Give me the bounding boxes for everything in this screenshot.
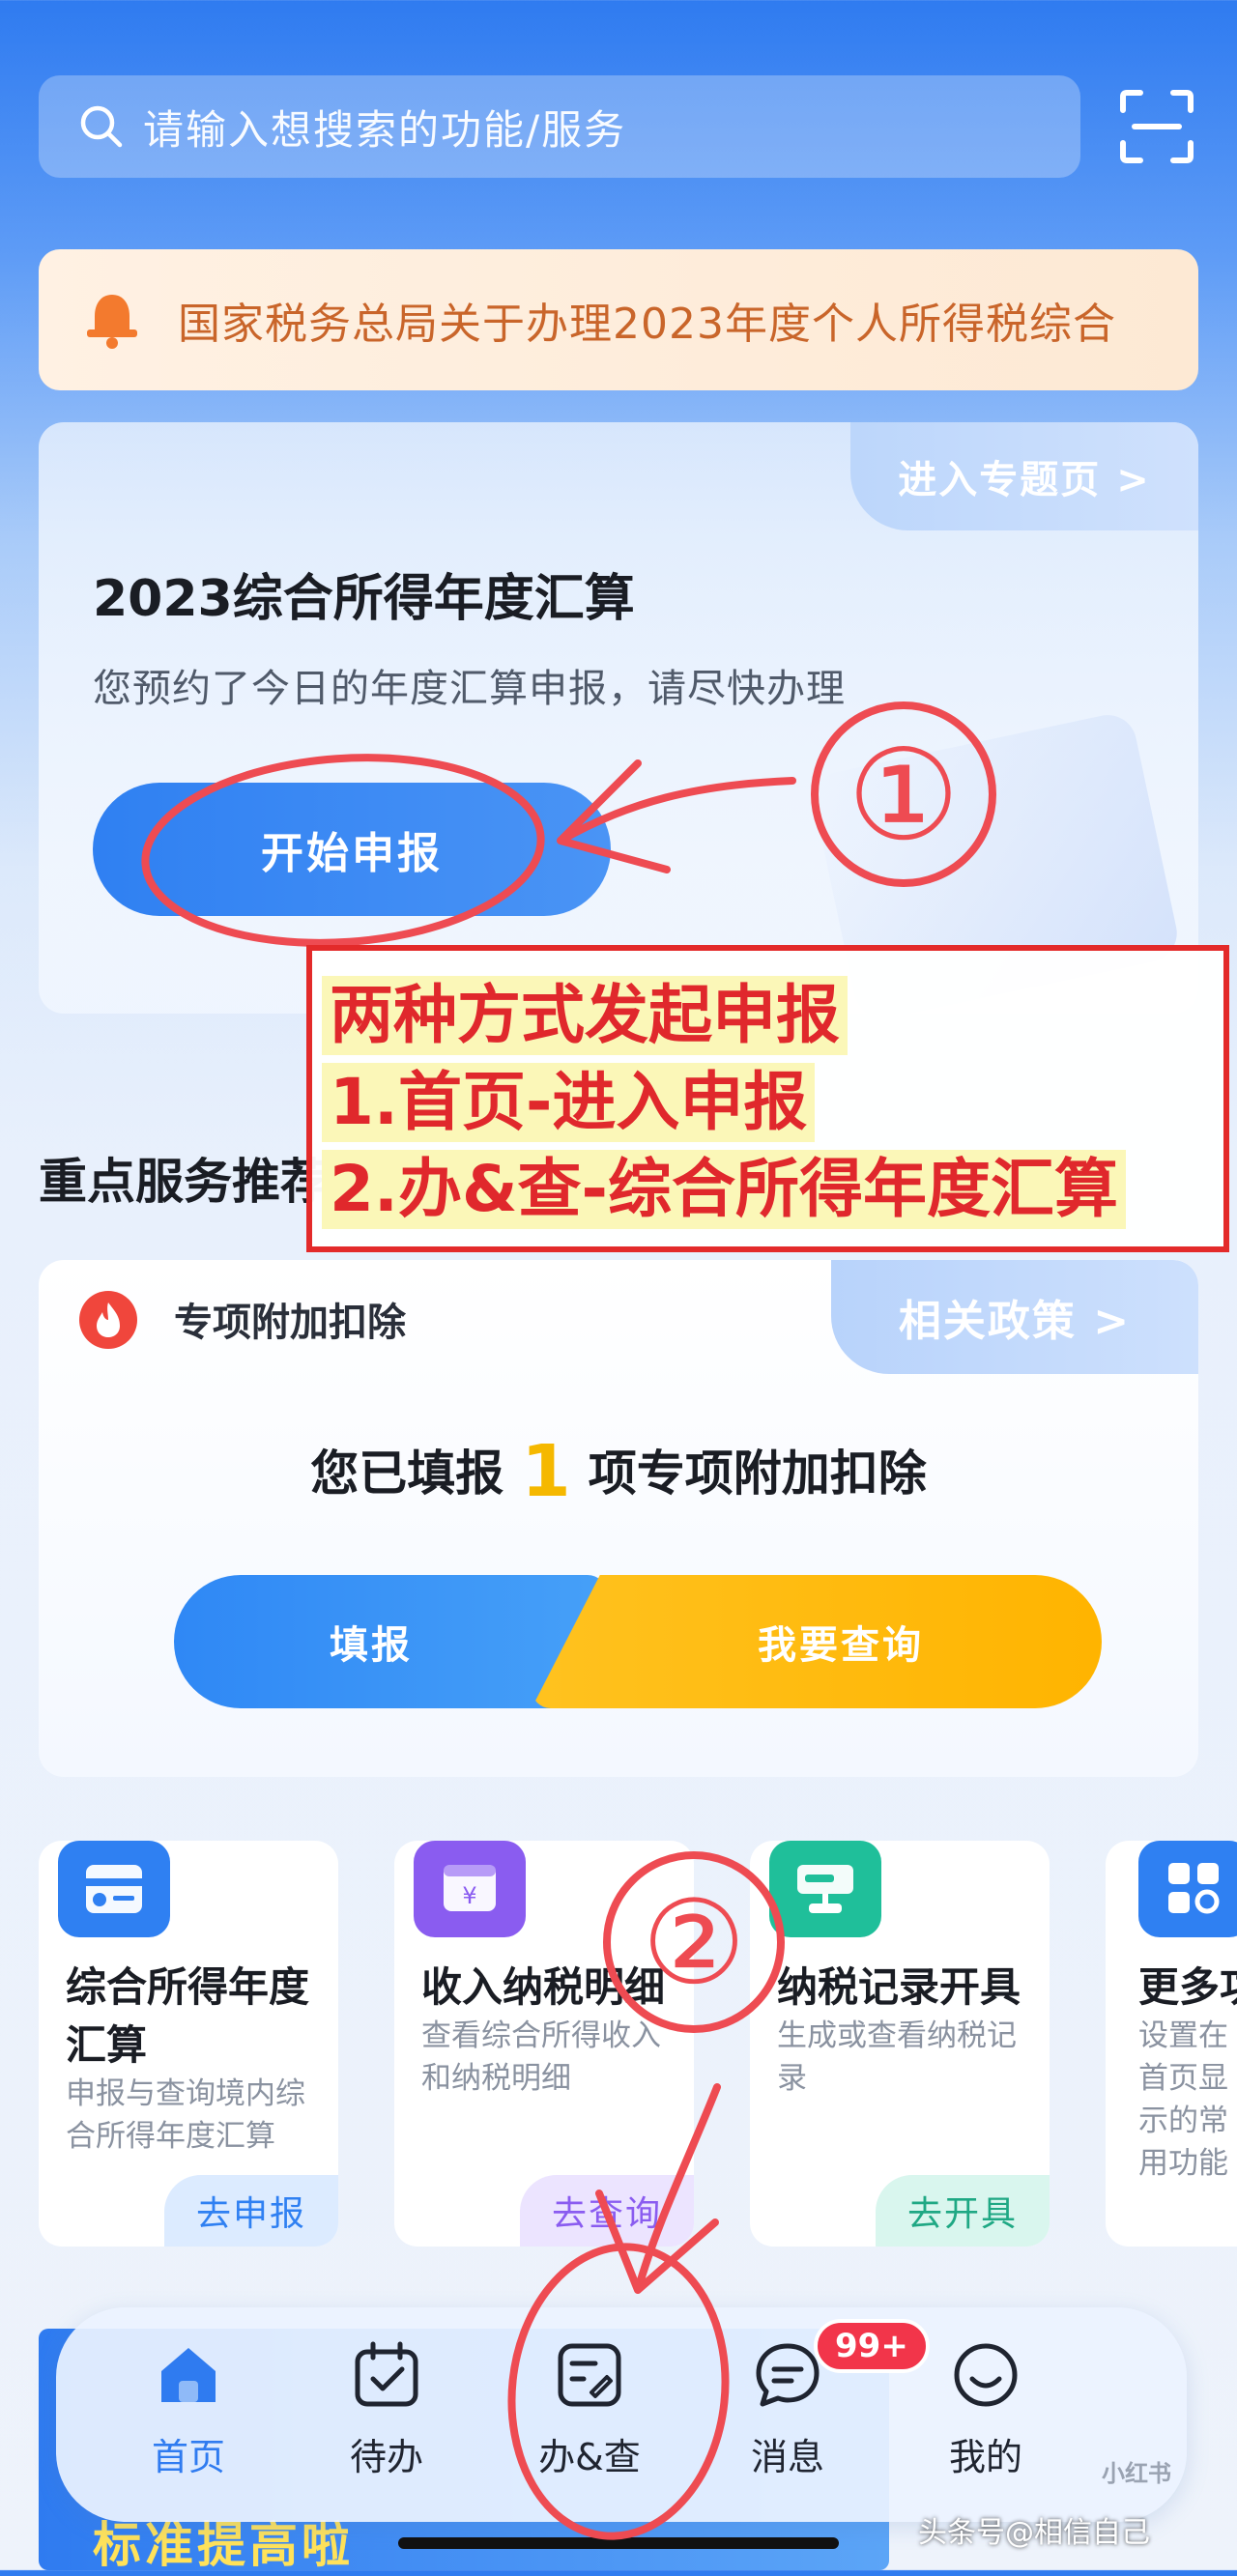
notice-bar[interactable]: 国家税务总局关于办理2023年度个人所得税综合 (39, 249, 1198, 390)
xiaohongshu-watermark: 小红书 (1102, 2460, 1171, 2487)
annotation-line: 2.办&查-综合所得年度汇算 (322, 1150, 1126, 1229)
search-input[interactable]: 请输入想搜索的功能/服务 (143, 98, 626, 157)
deduction-suffix: 项专项附加扣除 (588, 1445, 927, 1502)
query-button[interactable]: 我要查询 (532, 1575, 1102, 1708)
home-icon (161, 2348, 216, 2402)
go-file-button[interactable]: 去申报 (164, 2175, 338, 2247)
home-indicator[interactable] (398, 2537, 839, 2549)
start-filing-button[interactable]: 开始申报 (93, 783, 611, 916)
service-tile-income-detail[interactable]: ¥ 收入纳税明细 查看综合所得收入和纳税明细 去查询 (394, 1841, 694, 2247)
deduction-count: 1 (521, 1430, 571, 1513)
bottom-nav: 首页 待办 办&查 消息 我的 (56, 2307, 1187, 2522)
nav-item-mine[interactable]: 我的 (899, 2338, 1073, 2503)
annotation-line: 1.首页-进入申报 (322, 1063, 816, 1142)
go-issue-button[interactable]: 去开具 (876, 2175, 1050, 2247)
toutiao-watermark: 头条号@相信自己 (918, 2516, 1150, 2550)
service-name: 纳税记录开具 (777, 1963, 1021, 2011)
annual-settlement-card: 进入专题页 > 2023综合所得年度汇算 您预约了今日的年度汇算申报，请尽快办理… (39, 422, 1198, 1014)
nav-item-handle-query[interactable]: 办&查 (503, 2338, 676, 2503)
service-name: 综合所得年度汇算 (66, 1963, 310, 2069)
special-deduction-card: 专项附加扣除 相关政策 > 您已填报 1 项专项附加扣除 填报 我要查询 (39, 1260, 1198, 1777)
topic-page-link[interactable]: 进入专题页 > (850, 422, 1198, 530)
nav-label: 首页 (151, 2436, 225, 2478)
tax-record-icon (769, 1841, 881, 1937)
annual-settle-icon (58, 1841, 170, 1937)
service-desc: 申报与查询境内综合所得年度汇算 (66, 2076, 305, 2154)
service-name: 收入纳税明细 (421, 1963, 666, 2011)
svg-text:¥: ¥ (462, 1882, 476, 1909)
service-desc: 查看综合所得收入和纳税明细 (421, 2018, 661, 2096)
income-detail-icon: ¥ (414, 1841, 526, 1937)
scan-icon[interactable] (1119, 89, 1194, 164)
bell-icon (87, 295, 137, 349)
service-desc: 设置在首页显示的常用功能 (1138, 2018, 1228, 2181)
nav-label: 消息 (750, 2436, 824, 2478)
go-query-button[interactable]: 去查询 (520, 2175, 694, 2247)
smiley-icon (954, 2343, 1018, 2407)
annual-title: 2023综合所得年度汇算 (93, 570, 635, 628)
nav-label: 办&查 (538, 2436, 641, 2478)
deduction-summary: 您已填报 1 项专项附加扣除 (39, 1430, 1198, 1513)
service-tile-annual-settlement[interactable]: 综合所得年度汇算 申报与查询境内综合所得年度汇算 去申报 (39, 1841, 338, 2247)
deduction-prefix: 您已填报 (310, 1445, 504, 1502)
handle-query-icon (558, 2343, 621, 2407)
nav-label: 我的 (948, 2436, 1022, 2478)
related-policy-link[interactable]: 相关政策 > (831, 1260, 1198, 1374)
unread-badge: 99+ (814, 2319, 930, 2373)
nav-item-todo[interactable]: 待办 (300, 2338, 474, 2503)
annotation-line: 两种方式发起申报 (322, 976, 848, 1055)
fire-icon (79, 1291, 137, 1349)
nav-label: 待办 (349, 2436, 423, 2478)
section-title: 重点服务推荐 (39, 1154, 329, 1210)
search-icon (80, 105, 123, 148)
notice-text: 国家税务总局关于办理2023年度个人所得税综合 (178, 300, 1116, 349)
search-bar[interactable]: 请输入想搜索的功能/服务 (39, 75, 1080, 178)
service-tile-tax-record[interactable]: 纳税记录开具 生成或查看纳税记录 去开具 (750, 1841, 1050, 2247)
service-tile-more[interactable]: 更多功能 设置在首页显示的常用功能 (1106, 1841, 1237, 2247)
service-name: 更多功能 (1138, 1963, 1237, 2011)
nav-item-home[interactable]: 首页 (101, 2338, 275, 2503)
service-desc: 生成或查看纳税记录 (777, 2018, 1017, 2096)
more-services-icon (1138, 1841, 1237, 1937)
calendar-check-icon (355, 2341, 418, 2407)
annual-subtitle: 您预约了今日的年度汇算申报，请尽快办理 (93, 667, 846, 711)
deduction-name: 专项附加扣除 (174, 1301, 406, 1345)
